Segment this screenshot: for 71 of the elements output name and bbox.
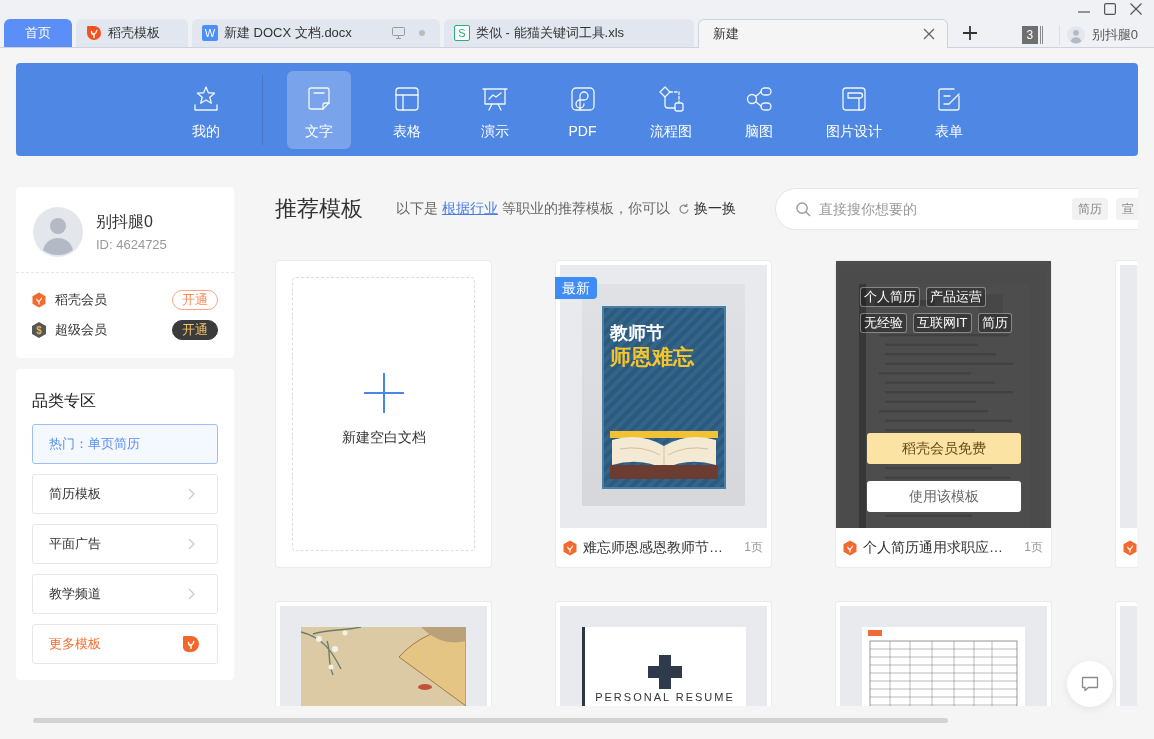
template-card[interactable]: 教师节 师恩难忘 最新 难忘师恩感恩教师节… 1页 — [555, 260, 772, 568]
hex-sprout-icon — [32, 292, 46, 308]
document-tab[interactable]: S 类似 - 能猫关键词工具.xls — [444, 19, 694, 47]
hex-sprout-icon — [843, 539, 857, 556]
template-card[interactable]: PERSONAL RESUME — [555, 601, 772, 706]
poster-title: 教师节 — [609, 322, 665, 344]
section-title: 推荐模板 — [275, 195, 363, 223]
newest-tag: 最新 — [555, 277, 597, 299]
toolbar-tab[interactable]: 我的 — [173, 70, 238, 149]
page-count: 1页 — [1024, 539, 1043, 556]
avatar-icon[interactable] — [33, 207, 83, 257]
monitor-icon — [392, 27, 405, 39]
search-icon — [796, 201, 811, 217]
toolbar-tab[interactable]: 表格 — [374, 70, 439, 149]
category-item[interactable]: 教学频道 — [32, 574, 218, 614]
letter-file-icon: W — [202, 25, 218, 41]
close-icon[interactable] — [1130, 3, 1142, 15]
minimize-icon[interactable] — [1078, 11, 1090, 13]
feedback-button[interactable] — [1067, 661, 1113, 707]
toolbar-tab[interactable]: 图片设计 — [814, 70, 893, 149]
user-name: 别抖腿0 — [96, 211, 154, 232]
horizontal-scrollbar[interactable] — [33, 718, 948, 723]
refresh-icon — [677, 203, 690, 215]
star-tray-icon — [191, 84, 220, 113]
looped-square-icon — [568, 84, 597, 113]
hex-sprout-icon — [1123, 539, 1137, 556]
cover-title: PERSONAL RESUME — [595, 691, 735, 704]
intro-text: 以下是 根据行业 等职业的推荐模板，你可以 — [396, 200, 670, 218]
avatar-icon[interactable] — [1066, 26, 1085, 44]
template-title[interactable]: 个人简历通用求职应… — [863, 538, 1003, 557]
poster-headline: 师恩难忘 — [609, 344, 695, 370]
dollar-hex-icon: $ — [32, 322, 46, 338]
chevron-right-icon — [188, 488, 195, 500]
page-count: 1页 — [744, 539, 763, 556]
new-document-button[interactable]: 新建空白文档 — [292, 277, 475, 551]
industry-link[interactable]: 根据行业 — [441, 200, 498, 216]
category-item[interactable]: 简历模板 — [32, 474, 218, 514]
activate-button[interactable]: 开通 — [172, 320, 218, 340]
maximize-icon[interactable] — [1104, 3, 1116, 15]
letter-file-icon: S — [454, 25, 470, 41]
toolbar-tab[interactable]: 脑图 — [726, 70, 791, 149]
template-card[interactable] — [1115, 260, 1137, 568]
hex-sprout-icon — [563, 539, 577, 556]
toolbar-tab[interactable]: 表单 — [916, 70, 981, 149]
cross-icon — [648, 655, 682, 689]
refresh-button[interactable]: 换一换 — [677, 200, 736, 218]
close-icon[interactable] — [923, 28, 935, 40]
table-icon — [392, 84, 421, 113]
template-title[interactable]: 难忘师恩感恩教师节… — [583, 538, 723, 557]
membership-label: 超级会员 — [55, 321, 107, 339]
chevron-right-icon — [188, 588, 195, 600]
toolbar-tab[interactable]: 流程图 — [638, 70, 703, 149]
speech-bubble-icon — [1081, 676, 1099, 692]
sprout-logo-icon — [183, 636, 199, 652]
mind-map-icon — [744, 84, 773, 113]
document-tab[interactable]: 稻壳模板 — [76, 19, 188, 47]
status-dot-icon — [419, 30, 425, 36]
document-tab[interactable]: W 新建 DOCX 文档.docx — [192, 19, 440, 47]
sprout-logo-icon — [86, 25, 102, 41]
category-item[interactable]: 平面广告 — [32, 524, 218, 564]
framed-scroll-icon — [839, 84, 868, 113]
toolbar-tab[interactable]: PDF — [550, 70, 615, 149]
panel-title: 品类专区 — [32, 391, 97, 411]
document-tab[interactable]: 新建 — [698, 19, 948, 48]
membership-label: 稻壳会员 — [55, 291, 107, 309]
chevron-right-icon — [188, 538, 195, 550]
toolbar-tab[interactable]: 演示 — [462, 70, 527, 149]
plus-icon[interactable] — [963, 26, 977, 40]
user-id: ID: 4624725 — [96, 235, 167, 254]
plus-icon — [363, 373, 404, 413]
account-name[interactable]: 别抖腿0 — [1091, 26, 1138, 44]
